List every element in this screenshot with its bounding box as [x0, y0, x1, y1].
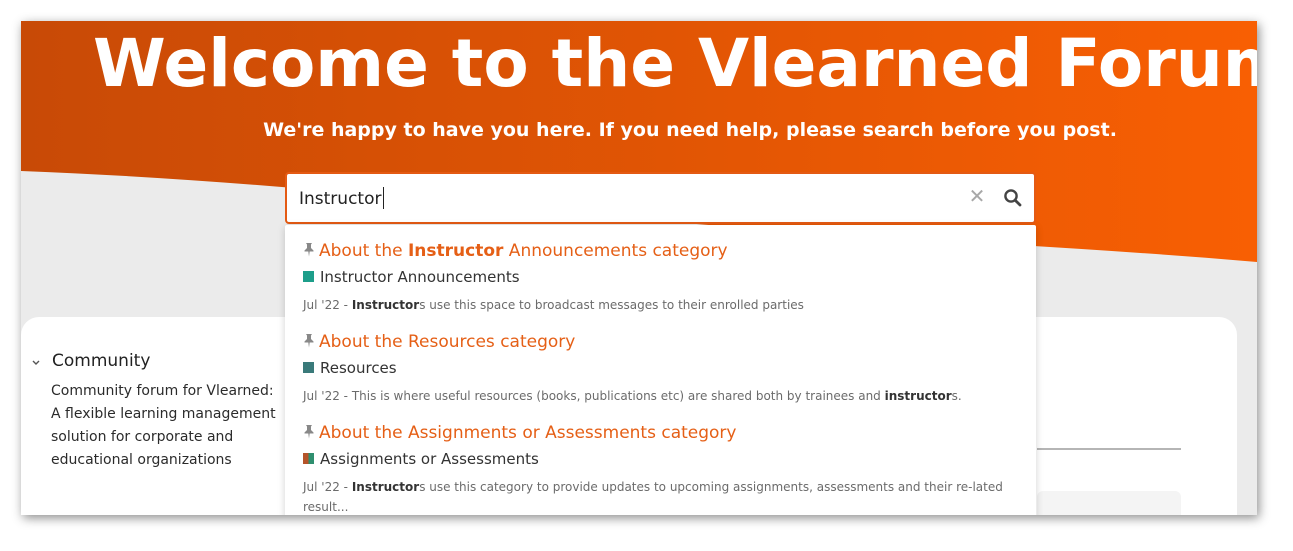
category-badge [303, 271, 314, 282]
excerpt-text: Jul '22 - This is where useful resources… [303, 389, 885, 403]
result-excerpt: Jul '22 - Instructors use this category … [303, 477, 1015, 515]
forum-window: Welcome to the Vlearned Forum We're happ… [21, 21, 1257, 515]
search-box[interactable]: ✕ [285, 172, 1036, 224]
pin-icon [304, 243, 314, 257]
excerpt-text: Jul '22 - [303, 480, 352, 494]
hero-title: Welcome to the Vlearned Forum [93, 25, 1257, 102]
excerpt-match: instructor [884, 389, 952, 403]
excerpt-match: Instructor [351, 298, 420, 312]
result-category[interactable]: Assignments or Assessments [303, 450, 539, 468]
excerpt-text: Jul '22 - [303, 298, 352, 312]
community-description: Community forum for Vlearned: A flexible… [51, 383, 276, 468]
excerpt-rest: s use this space to broadcast messages t… [419, 298, 804, 312]
category-badge [303, 362, 314, 373]
result-category[interactable]: Resources [303, 359, 397, 377]
result-title[interactable]: About the Resources category [303, 332, 575, 352]
result-title[interactable]: About the Instructor Announcements categ… [303, 241, 728, 261]
result-title-text: About the Assignments or Assessments cat… [319, 423, 737, 443]
divider [1037, 448, 1181, 450]
category-name: Instructor Announcements [320, 268, 520, 286]
result-title-match: Instructor [407, 241, 504, 261]
search-results-dropdown: About the Instructor Announcements categ… [285, 225, 1036, 515]
hero-subtitle: We're happy to have you here. If you nee… [263, 119, 1117, 141]
pin-icon [304, 425, 314, 439]
pin-icon [304, 334, 314, 348]
excerpt-rest: s. [951, 389, 962, 403]
result-title-text: About the [319, 241, 408, 261]
search-input[interactable] [299, 187, 899, 211]
content-card-edge [1037, 491, 1181, 515]
sidebar-item-community[interactable]: Community [52, 351, 150, 371]
category-badge [303, 453, 314, 464]
result-excerpt: Jul '22 - Instructors use this space to … [303, 295, 1015, 315]
category-name: Resources [320, 359, 397, 377]
result-title[interactable]: About the Assignments or Assessments cat… [303, 423, 736, 443]
search-icon[interactable] [1003, 188, 1023, 208]
result-category[interactable]: Instructor Announcements [303, 268, 520, 286]
result-title-text: About the Resources category [319, 332, 576, 352]
category-name: Assignments or Assessments [320, 450, 539, 468]
text-caret [383, 187, 384, 209]
result-title-rest: Announcements category [503, 241, 728, 261]
close-icon[interactable]: ✕ [967, 184, 987, 208]
chevron-down-icon[interactable] [31, 359, 41, 367]
excerpt-match: Instructor [351, 480, 420, 494]
result-excerpt: Jul '22 - This is where useful resources… [303, 386, 1015, 406]
